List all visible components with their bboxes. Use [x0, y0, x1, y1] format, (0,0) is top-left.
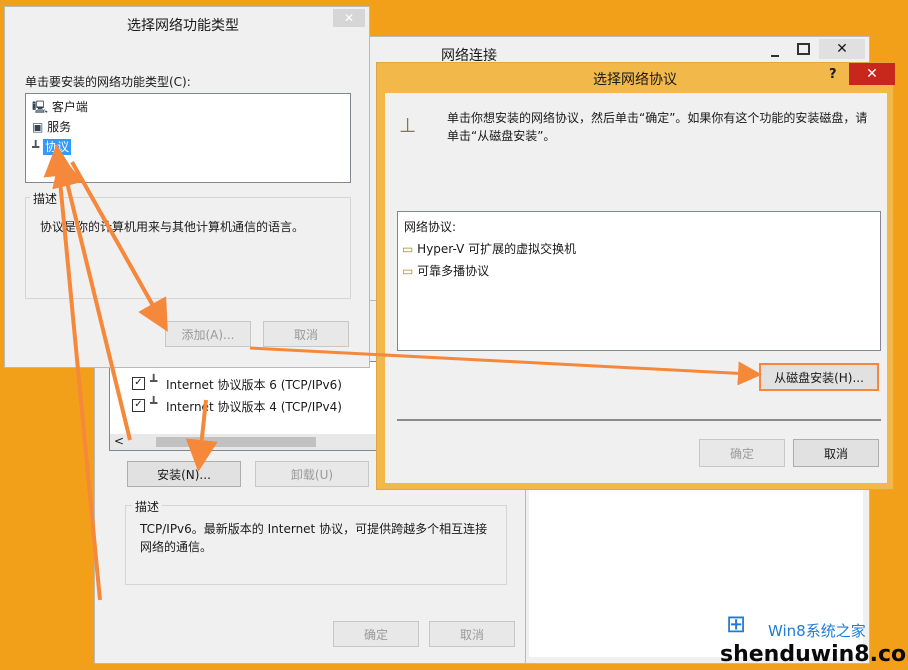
arrow-to-from-disk [249, 346, 762, 386]
windows-logo-icon: ⊞ [726, 610, 747, 638]
arrow-to-add [70, 161, 168, 332]
watermark-brand: Win8系统之家 [768, 622, 866, 640]
watermark-site: shenduwin8.com [720, 642, 908, 667]
watermark: ⊞ Win8系统之家 shenduwin8.com [720, 606, 908, 670]
arrow-to-install [185, 399, 218, 472]
arrow-to-list [52, 154, 132, 441]
annotation-arrows [43, 144, 762, 601]
